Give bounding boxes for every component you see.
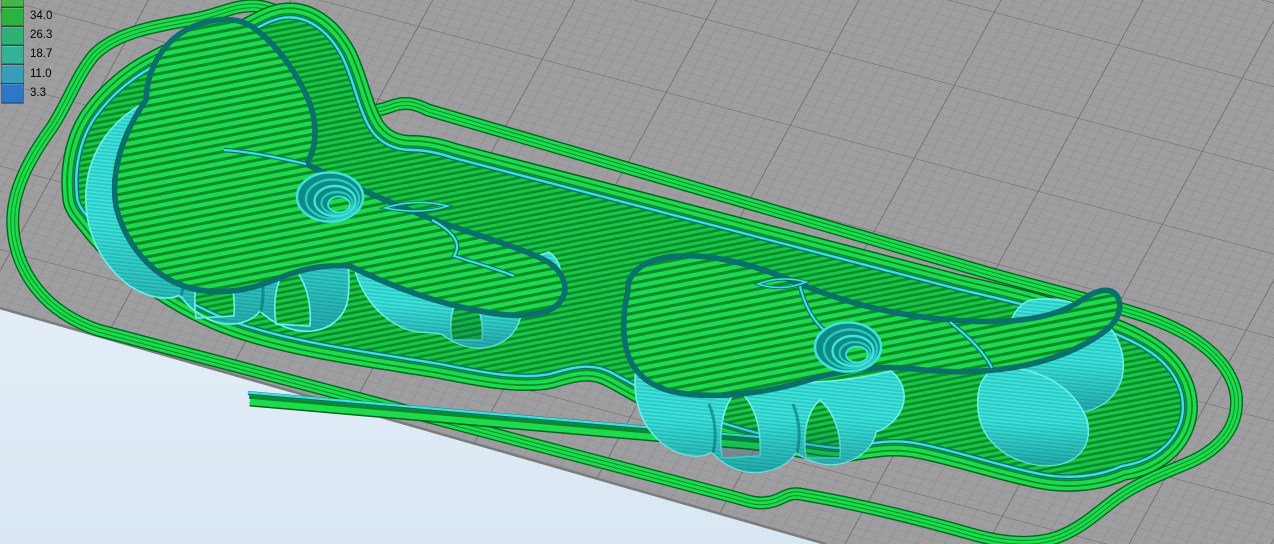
legend-row: 41.7 bbox=[2, 0, 52, 7]
legend-color-swatch bbox=[2, 27, 23, 45]
legend-row: 26.3 bbox=[2, 26, 52, 45]
legend-color-swatch bbox=[2, 84, 23, 102]
legend-color-swatch bbox=[2, 0, 23, 7]
legend-row: 18.7 bbox=[2, 46, 52, 65]
legend-value-label: 41.7 bbox=[30, 0, 52, 3]
legend-color-swatch bbox=[2, 46, 23, 64]
legend-row: 11.0 bbox=[2, 65, 52, 84]
slicer-3d-viewport[interactable]: 41.7 34.0 26.3 18.7 11.0 3.3 bbox=[0, 0, 1274, 544]
legend-value-label: 3.3 bbox=[30, 88, 46, 100]
legend-color-swatch bbox=[2, 8, 23, 26]
legend-row: 34.0 bbox=[2, 7, 52, 26]
speed-color-scale-legend: 41.7 34.0 26.3 18.7 11.0 3.3 bbox=[2, 0, 52, 103]
legend-value-label: 11.0 bbox=[30, 69, 52, 81]
toolpath-preview-scene bbox=[0, 0, 1274, 544]
legend-value-label: 18.7 bbox=[30, 49, 52, 61]
legend-row: 3.3 bbox=[2, 84, 52, 103]
legend-value-label: 34.0 bbox=[30, 11, 52, 23]
legend-value-label: 26.3 bbox=[30, 30, 52, 42]
part-left-counterbore-hole bbox=[297, 173, 363, 222]
part-right-counterbore-hole bbox=[815, 323, 881, 372]
legend-color-swatch bbox=[2, 65, 23, 83]
